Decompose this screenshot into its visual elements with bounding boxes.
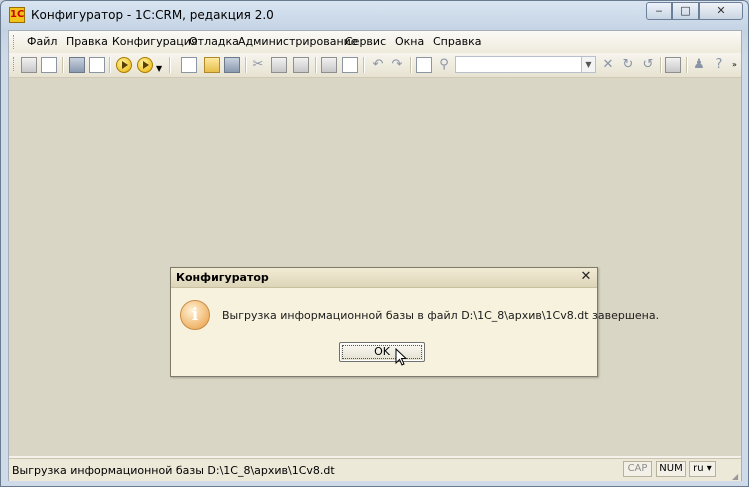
dialog-title-bar[interactable]: Конфигуратор ✕: [171, 268, 597, 288]
title-bar[interactable]: 1С Конфигуратор - 1С:CRM, редакция 2.0 ‒…: [1, 1, 748, 29]
search-back-icon[interactable]: ↻: [620, 57, 636, 73]
toolbar: ▼ ✂ ↶ ↷ ⚲ ▼ ✕ ↻ ↺ ♟ ? »: [9, 53, 741, 78]
search-dropdown-icon[interactable]: ▼: [582, 56, 596, 73]
save-icon[interactable]: [224, 57, 240, 73]
cut-icon[interactable]: ✂: [250, 57, 266, 73]
ok-button[interactable]: OK: [339, 342, 425, 362]
undo-icon[interactable]: ↶: [370, 57, 386, 73]
resize-grip-icon[interactable]: ◢: [732, 472, 740, 481]
client-area: Файл Правка Конфигурация Отладка Админис…: [8, 30, 742, 481]
toolbar-overflow-icon[interactable]: »: [732, 61, 737, 69]
status-text: Выгрузка информационной базы D:\1C_8\арх…: [12, 464, 335, 477]
paste-icon[interactable]: [293, 57, 309, 73]
toolbar-separator: [686, 57, 688, 73]
toolbar-separator: [62, 57, 64, 73]
main-window: 1С Конфигуратор - 1С:CRM, редакция 2.0 ‒…: [0, 0, 749, 487]
menu-service[interactable]: Сервис: [345, 35, 386, 48]
run-debug-dropdown-icon[interactable]: [137, 57, 153, 73]
dialog-title: Конфигуратор: [176, 271, 269, 284]
menu-edit[interactable]: Правка: [66, 35, 108, 48]
search-input[interactable]: [455, 56, 582, 73]
menu-bar: Файл Правка Конфигурация Отладка Админис…: [9, 31, 741, 53]
menu-administration[interactable]: Администрирование: [238, 35, 358, 48]
open-icon[interactable]: [204, 57, 220, 73]
redo-icon[interactable]: ↷: [389, 57, 405, 73]
toolbar-separator: [660, 57, 662, 73]
menu-debug[interactable]: Отладка: [189, 35, 239, 48]
print-icon[interactable]: [321, 57, 337, 73]
config-tree-icon[interactable]: [21, 57, 37, 73]
message-dialog: Конфигуратор ✕ i Выгрузка информационной…: [170, 267, 659, 377]
dialog-close-button[interactable]: ✕: [579, 269, 593, 285]
find-icon[interactable]: [416, 57, 432, 73]
help-wizard-icon[interactable]: ♟: [691, 57, 707, 73]
clear-search-icon[interactable]: ✕: [600, 57, 616, 73]
toolbar-grip-icon[interactable]: [13, 57, 17, 71]
menu-windows[interactable]: Окна: [395, 35, 424, 48]
new-icon[interactable]: [181, 57, 197, 73]
menu-help[interactable]: Справка: [433, 35, 481, 48]
num-lock-indicator: NUM: [656, 461, 686, 477]
toolbar-separator: [245, 57, 247, 73]
config-window-icon[interactable]: [41, 57, 57, 73]
info-icon: i: [180, 300, 210, 330]
search-forward-icon[interactable]: ↺: [640, 57, 656, 73]
window-title: Конфигуратор - 1С:CRM, редакция 2.0: [31, 8, 274, 22]
toolbar-separator: [315, 57, 317, 73]
status-bar: Выгрузка информационной базы D:\1C_8\арх…: [9, 458, 741, 481]
print-preview-icon[interactable]: [342, 57, 358, 73]
help-icon[interactable]: ?: [711, 57, 727, 73]
menu-grip-icon[interactable]: [13, 35, 17, 49]
language-selector[interactable]: ru ▾: [689, 461, 716, 477]
minimize-button[interactable]: ‒: [646, 2, 672, 20]
menu-configuration[interactable]: Конфигурация: [112, 35, 198, 48]
dialog-message: Выгрузка информационной базы в файл D:\1…: [222, 309, 660, 322]
run-debug-icon[interactable]: [116, 57, 132, 73]
database-icon[interactable]: [69, 57, 85, 73]
toolbar-separator: [363, 57, 365, 73]
close-window-button[interactable]: ✕: [699, 2, 743, 20]
find-next-icon[interactable]: ⚲: [436, 57, 452, 73]
maximize-button[interactable]: □: [672, 2, 699, 20]
toolbar-separator: [109, 57, 111, 73]
copy-icon[interactable]: [271, 57, 287, 73]
windows-icon[interactable]: [665, 57, 681, 73]
caps-lock-indicator: CAP: [623, 461, 652, 477]
app-1c-icon: 1С: [9, 7, 25, 23]
workspace: Конфигуратор ✕ i Выгрузка информационной…: [9, 78, 741, 456]
menu-file[interactable]: Файл: [27, 35, 57, 48]
mouse-cursor-icon: [395, 348, 407, 366]
module-icon[interactable]: [89, 57, 105, 73]
chevron-down-icon[interactable]: ▼: [156, 65, 162, 73]
toolbar-separator: [410, 57, 412, 73]
toolbar-separator: [169, 57, 171, 73]
